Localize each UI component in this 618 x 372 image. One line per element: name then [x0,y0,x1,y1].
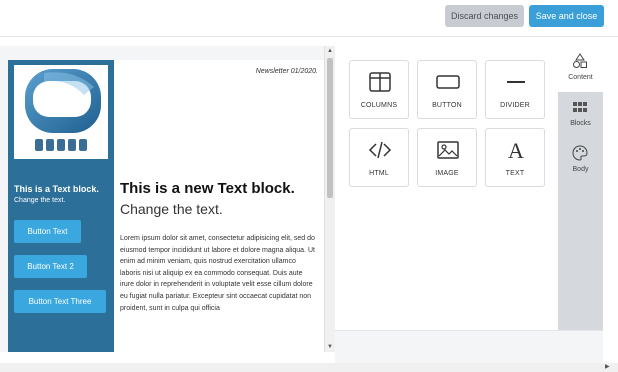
email-button-3[interactable]: Button Text Three [14,290,106,313]
divider-icon [507,81,525,83]
main-text-subtitle: Change the text. [120,201,223,217]
scroll-down-arrow-icon[interactable]: ▼ [327,344,333,350]
content-blocks-panel: COLUMNS BUTTON DIVIDER HTML IMAGE A TEXT [335,46,558,330]
logo-image[interactable] [14,65,108,159]
block-divider[interactable]: DIVIDER [485,60,545,119]
horizontal-scrollbar[interactable]: ▶ [0,363,618,372]
sidebar-text-subtitle: Change the text. [14,197,66,204]
image-icon [437,141,459,159]
main-text-title: This is a new Text block. [120,180,295,197]
email-preview: This is a Text block. Change the text. B… [8,60,324,352]
scroll-up-arrow-icon[interactable]: ▲ [327,48,333,54]
block-html[interactable]: HTML [349,128,409,187]
tab-blocks[interactable]: Blocks [558,92,603,138]
email-sidebar-column[interactable]: This is a Text block. Change the text. B… [8,60,114,352]
panel-footer [335,330,603,363]
canvas-scrollbar[interactable]: ▲ ▼ [324,46,335,352]
tab-body[interactable]: Body [558,138,603,184]
block-label: BUTTON [432,102,462,109]
main-body-text: Lorem ipsum dolor sit amet, consectetur … [120,235,315,312]
scroll-right-arrow-icon[interactable]: ▶ [605,363,610,370]
block-text[interactable]: A TEXT [485,128,545,187]
text-icon: A [508,138,524,162]
editor-tabs: Content Blocks Body [558,46,603,330]
block-label: DIVIDER [500,102,530,109]
block-image[interactable]: IMAGE [417,128,477,187]
button-icon [436,75,460,89]
logo-graphic [25,69,101,151]
svg-text:A: A [508,138,524,162]
code-icon [368,141,392,159]
scroll-thumb[interactable] [327,58,333,198]
block-label: HTML [369,170,389,177]
shapes-icon [573,53,587,68]
discard-changes-button[interactable]: Discard changes [445,5,524,27]
block-label: TEXT [505,170,525,177]
block-columns[interactable]: COLUMNS [349,60,409,119]
sidebar-text-title: This is a Text block. [14,184,99,194]
newsletter-label: Newsletter 01/2020. [255,68,318,75]
palette-icon [572,145,588,161]
grid-icon [573,102,587,112]
block-button[interactable]: BUTTON [417,60,477,119]
block-label: IMAGE [435,170,459,177]
email-button-1[interactable]: Button Text [14,220,81,243]
block-label: COLUMNS [360,102,398,109]
tab-label: Body [572,166,589,173]
top-toolbar: Discard changes Save and close [0,0,618,37]
tab-label: Content [568,74,593,81]
columns-icon [369,72,391,92]
email-button-2[interactable]: Button Text 2 [14,255,87,278]
tab-content[interactable]: Content [558,46,603,92]
save-and-close-button[interactable]: Save and close [529,5,604,27]
email-canvas[interactable]: This is a Text block. Change the text. B… [0,46,324,352]
tab-label: Blocks [570,120,591,127]
